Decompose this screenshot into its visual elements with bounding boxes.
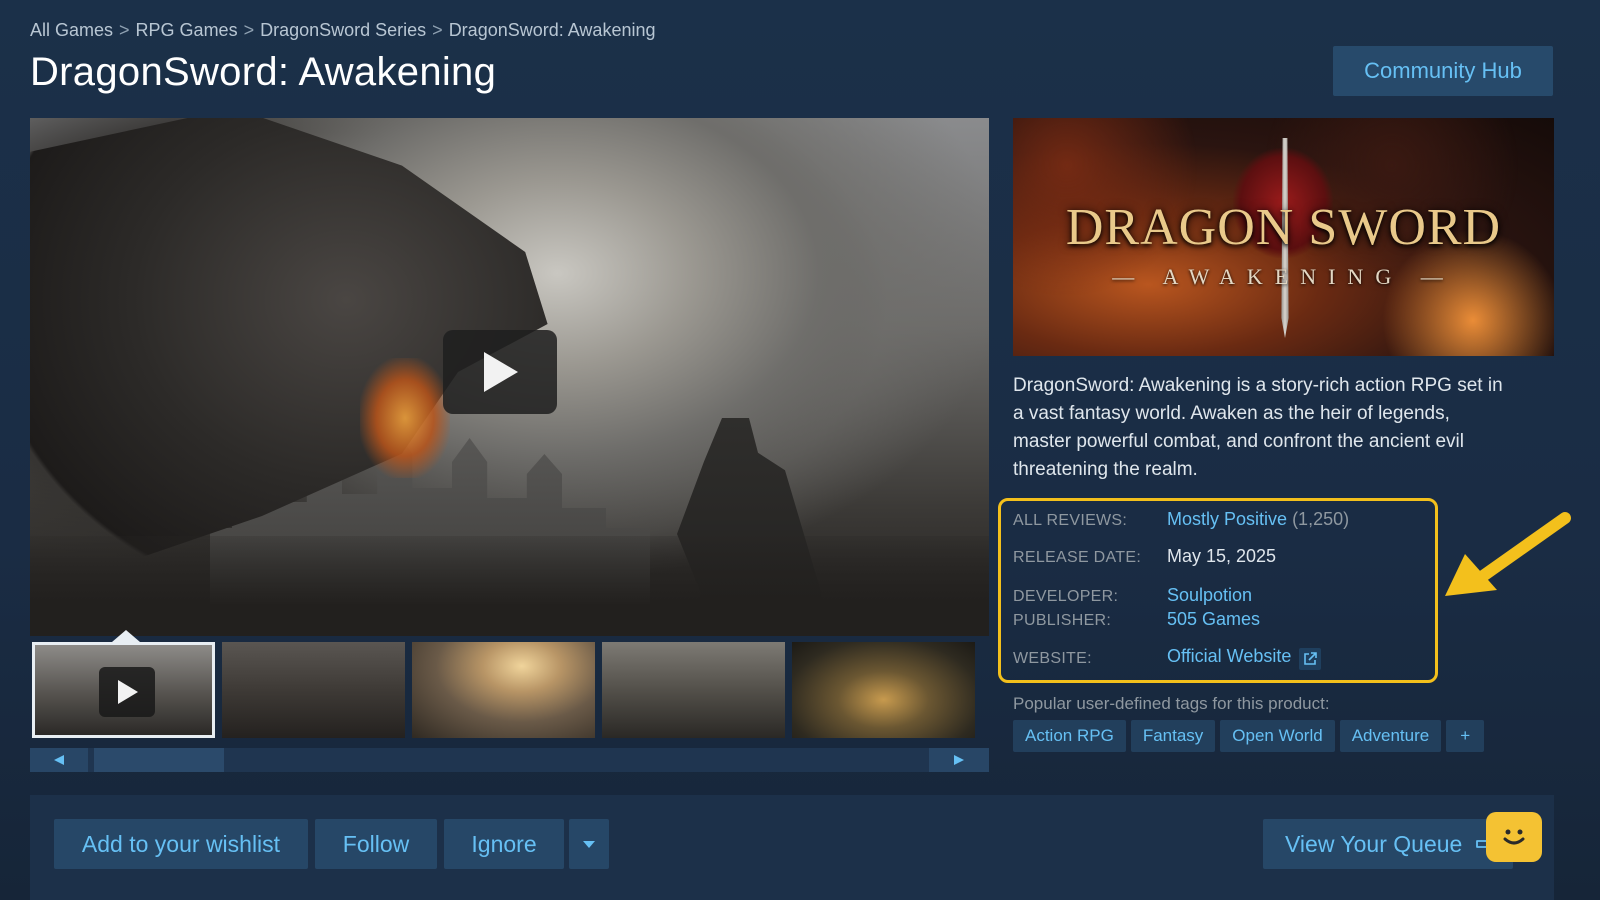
breadcrumb-separator: >: [119, 20, 130, 40]
game-description: DragonSword: Awakening is a story-rich a…: [1013, 375, 1503, 480]
game-logo-title: DRAGON SWORD: [1065, 199, 1502, 256]
chevron-down-icon: [583, 841, 595, 848]
release-date-label: RELEASE DATE:: [1013, 549, 1142, 566]
follow-button[interactable]: Follow: [315, 819, 437, 869]
scroll-left-button[interactable]: [30, 748, 88, 772]
smiley-icon[interactable]: [1486, 812, 1542, 862]
annotation-arrow-icon: [1445, 512, 1571, 596]
developer-label: DEVELOPER:: [1013, 588, 1119, 605]
ground-artwork: [30, 536, 989, 636]
game-logo-subtitle: — AWAKENING —: [1112, 264, 1455, 289]
dragon-fire-glow: [360, 358, 450, 478]
thumbnail-play-button: [99, 667, 155, 717]
external-link-icon[interactable]: [1299, 648, 1322, 670]
play-video-button[interactable]: [443, 330, 557, 414]
reviews-summary[interactable]: Mostly Positive (1,250): [1167, 509, 1349, 530]
website-link-text[interactable]: Official Website: [1167, 646, 1291, 666]
website-link[interactable]: Official Website: [1167, 646, 1322, 670]
play-icon: [484, 352, 518, 392]
reviews-value[interactable]: Mostly Positive: [1167, 509, 1287, 529]
page-title: DragonSword: Awakening: [30, 50, 497, 94]
media-thumbnail-screenshot[interactable]: [792, 642, 975, 738]
breadcrumb-separator: >: [432, 20, 443, 40]
tag-open-world[interactable]: Open World: [1220, 720, 1335, 752]
view-queue-button[interactable]: View Your Queue: [1263, 819, 1513, 869]
ignore-options-dropdown[interactable]: [569, 819, 609, 869]
active-thumb-indicator: [112, 630, 140, 642]
game-header-capsule: DRAGON SWORD — AWAKENING —: [1013, 118, 1554, 356]
breadcrumb-all-games[interactable]: All Games: [30, 20, 113, 40]
media-thumbnail-screenshot[interactable]: [602, 642, 785, 738]
developer-link[interactable]: Soulpotion: [1167, 585, 1252, 606]
tags-label: Popular user-defined tags for this produ…: [1013, 694, 1330, 713]
add-to-wishlist-button[interactable]: Add to your wishlist: [54, 819, 308, 869]
scrollbar-handle[interactable]: [94, 748, 224, 772]
website-label: WEBSITE:: [1013, 650, 1092, 667]
arrow-left-icon: [54, 755, 64, 765]
breadcrumb-current-game[interactable]: DragonSword: Awakening: [449, 20, 656, 40]
tags-list: Action RPG Fantasy Open World Adventure …: [1013, 720, 1485, 752]
action-bar: Add to your wishlist Follow Ignore View …: [30, 795, 1554, 900]
breadcrumb-separator: >: [243, 20, 255, 40]
scroll-right-button[interactable]: [929, 748, 989, 772]
add-tag-button[interactable]: +: [1446, 720, 1485, 752]
reviews-label: ALL REVIEWS:: [1013, 512, 1128, 529]
media-thumbnail-video[interactable]: [32, 642, 215, 738]
ignore-button[interactable]: Ignore: [444, 819, 564, 869]
breadcrumb-dragonsword-series[interactable]: DragonSword Series: [260, 20, 426, 40]
tag-fantasy[interactable]: Fantasy: [1130, 720, 1216, 752]
release-date-value: May 15, 2025: [1167, 546, 1277, 566]
breadcrumb-rpg-games[interactable]: RPG Games: [136, 20, 238, 40]
main-media-player[interactable]: [30, 118, 989, 636]
media-thumbnail-screenshot[interactable]: [222, 642, 405, 738]
publisher-link[interactable]: 505 Games: [1167, 609, 1260, 630]
tag-action-rpg[interactable]: Action RPG: [1013, 720, 1126, 752]
reviews-count: (1,250): [1292, 509, 1350, 529]
breadcrumb: All Games > RPG Games > DragonSword Series > D…: [30, 20, 656, 41]
community-hub-button[interactable]: Community Hub: [1333, 46, 1553, 96]
thumbnail-scrollbar[interactable]: [30, 748, 989, 772]
tag-adventure[interactable]: Adventure: [1339, 720, 1442, 752]
arrow-right-icon: [954, 755, 964, 765]
play-icon: [118, 680, 138, 704]
publisher-label: PUBLISHER:: [1013, 612, 1112, 629]
media-thumbnail-strip: [30, 642, 989, 738]
media-thumbnail-screenshot[interactable]: [412, 642, 595, 738]
view-queue-label: View Your Queue: [1285, 830, 1463, 857]
